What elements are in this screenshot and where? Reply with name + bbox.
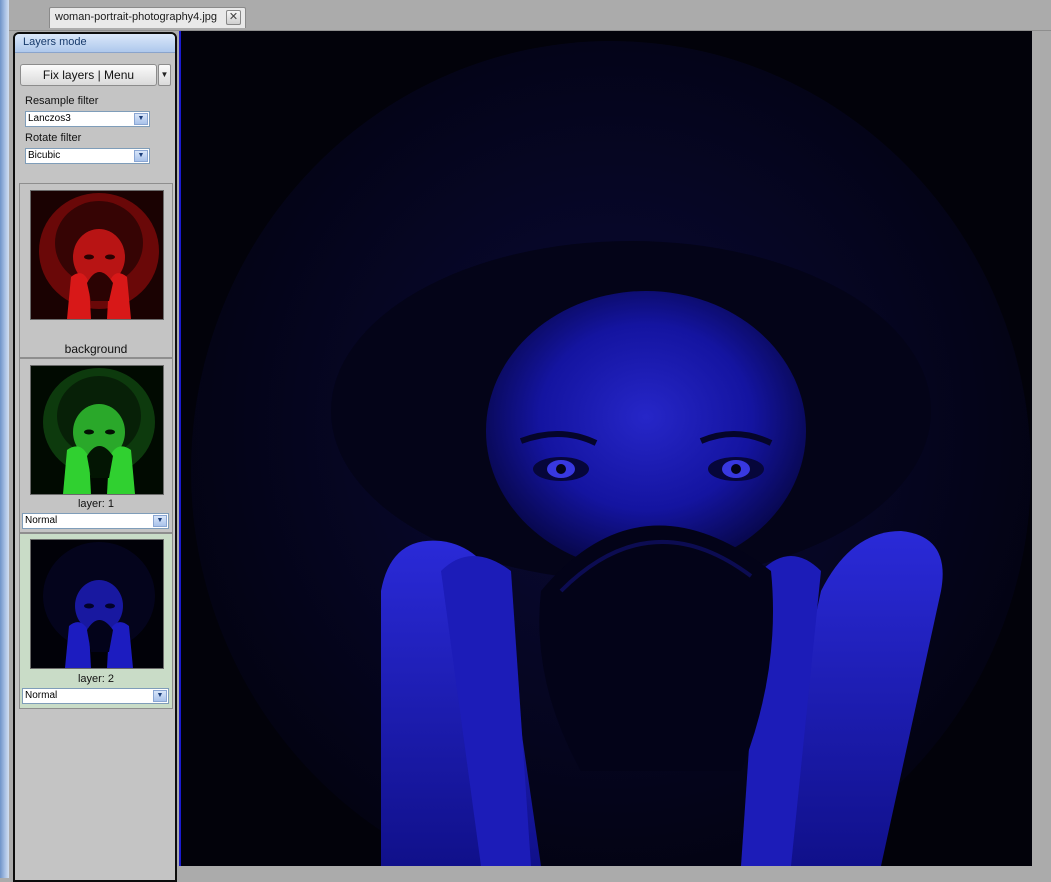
layers-list: background layer: 1 Normal ▼ layer: 2 No… bbox=[19, 183, 173, 709]
window-edge bbox=[0, 0, 9, 878]
portrait-image bbox=[181, 31, 1032, 866]
chevron-down-icon[interactable]: ▼ bbox=[134, 150, 148, 162]
layer-name: layer: 2 bbox=[77, 673, 115, 685]
close-icon[interactable]: ✕ bbox=[226, 10, 241, 25]
rotate-filter-value: Bicubic bbox=[28, 150, 61, 161]
blend-mode-value: Normal bbox=[25, 690, 58, 701]
image-canvas[interactable] bbox=[179, 31, 1032, 866]
fix-layers-menu-button[interactable]: Fix layers | Menu bbox=[20, 64, 157, 86]
layer-thumbnail bbox=[30, 190, 164, 320]
layer-item-background[interactable]: background bbox=[20, 184, 172, 359]
resample-filter-select[interactable]: Lanczos3 ▼ bbox=[25, 111, 150, 127]
portrait-red-icon bbox=[31, 191, 163, 319]
chevron-down-icon[interactable]: ▼ bbox=[158, 64, 171, 86]
portrait-blue-icon bbox=[31, 540, 163, 668]
blend-mode-select[interactable]: Normal ▼ bbox=[22, 688, 169, 704]
blend-mode-value: Normal bbox=[25, 515, 58, 526]
layer-thumbnail bbox=[30, 365, 164, 495]
document-tab-title: woman-portrait-photography4.jpg bbox=[55, 11, 218, 23]
chevron-down-icon[interactable]: ▼ bbox=[153, 690, 167, 702]
layers-panel: Layers mode Fix layers | Menu ▼ Resample… bbox=[13, 32, 177, 882]
resample-filter-value: Lanczos3 bbox=[28, 113, 71, 124]
resample-filter-label: Resample filter bbox=[25, 95, 99, 107]
layer-name: layer: 1 bbox=[77, 498, 115, 510]
portrait-green-icon bbox=[31, 366, 163, 494]
layer-thumbnail bbox=[30, 539, 164, 669]
canvas-area bbox=[179, 31, 1051, 878]
document-tab-bar: woman-portrait-photography4.jpg ✕ bbox=[9, 0, 1051, 31]
chevron-down-icon[interactable]: ▼ bbox=[134, 113, 148, 125]
chevron-down-icon[interactable]: ▼ bbox=[153, 515, 167, 527]
document-tab[interactable]: woman-portrait-photography4.jpg ✕ bbox=[49, 7, 246, 28]
panel-title: Layers mode bbox=[15, 34, 175, 53]
layer-item-2[interactable]: layer: 2 Normal ▼ bbox=[20, 534, 172, 708]
layer-item-1[interactable]: layer: 1 Normal ▼ bbox=[20, 359, 172, 534]
rotate-filter-label: Rotate filter bbox=[25, 132, 82, 144]
layer-name: background bbox=[64, 342, 128, 356]
rotate-filter-select[interactable]: Bicubic ▼ bbox=[25, 148, 150, 164]
blend-mode-select[interactable]: Normal ▼ bbox=[22, 513, 169, 529]
